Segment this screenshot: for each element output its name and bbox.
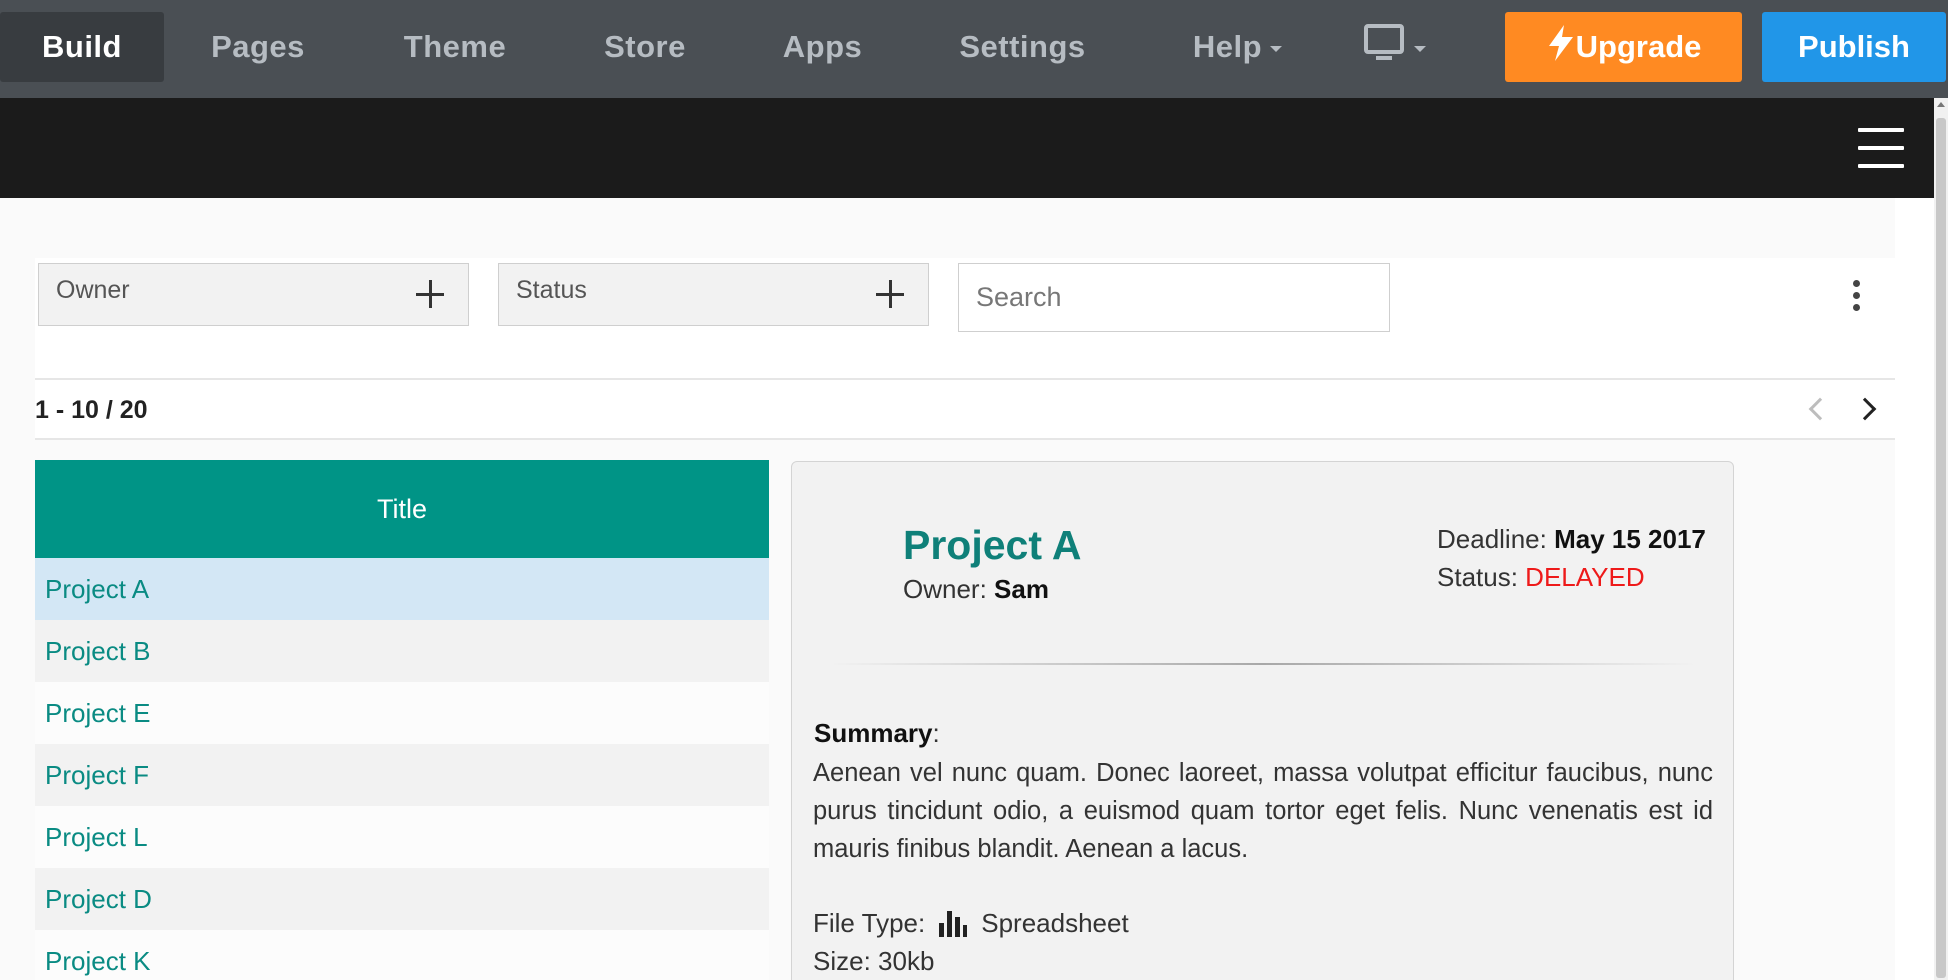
status-label: Status: bbox=[1437, 562, 1518, 592]
size-label: Size: bbox=[813, 946, 871, 976]
detail-status: Status: DELAYED bbox=[1437, 562, 1645, 593]
owner-label: Owner: bbox=[903, 574, 987, 604]
owner-filter[interactable]: Owner bbox=[38, 263, 469, 326]
bar-chart-icon bbox=[939, 910, 968, 937]
project-detail-card: Project A Owner: Sam Deadline: May 15 20… bbox=[791, 461, 1734, 980]
pagination-bar: 1 - 10 / 20 bbox=[35, 378, 1895, 440]
owner-value: Sam bbox=[994, 574, 1049, 604]
summary-heading: Summary: bbox=[814, 718, 940, 748]
list-item[interactable]: Project A bbox=[35, 558, 769, 620]
more-options-icon[interactable] bbox=[1849, 278, 1865, 314]
site-header bbox=[0, 98, 1934, 198]
status-filter-label: Status bbox=[516, 276, 587, 304]
lightning-icon bbox=[1546, 24, 1576, 70]
list-item[interactable]: Project L bbox=[35, 806, 769, 868]
list-item[interactable]: Project F bbox=[35, 744, 769, 806]
detail-filesize: Size: 30kb bbox=[813, 946, 934, 977]
nav-apps[interactable]: Apps bbox=[765, 12, 880, 82]
detail-filetype: File Type: Spreadsheet bbox=[813, 908, 1129, 939]
owner-filter-label: Owner bbox=[56, 276, 130, 304]
list-item[interactable]: Project D bbox=[35, 868, 769, 930]
scroll-up-icon[interactable] bbox=[1937, 102, 1945, 107]
chevron-down-icon bbox=[1270, 46, 1283, 52]
detail-owner: Owner: Sam bbox=[903, 574, 1049, 605]
nav-help[interactable]: Help bbox=[1165, 12, 1310, 82]
nav-theme[interactable]: Theme bbox=[380, 12, 530, 82]
list-item[interactable]: Project K bbox=[35, 930, 769, 980]
deadline-label: Deadline: bbox=[1437, 524, 1547, 554]
nav-help-label: Help bbox=[1192, 29, 1263, 64]
nav-build[interactable]: Build bbox=[0, 12, 164, 82]
add-owner-filter-icon[interactable] bbox=[416, 280, 444, 308]
search-input[interactable] bbox=[958, 263, 1390, 332]
content-gutter bbox=[1895, 198, 1934, 980]
detail-deadline: Deadline: May 15 2017 bbox=[1437, 524, 1706, 555]
detail-title: Project A bbox=[903, 522, 1082, 568]
monitor-icon bbox=[1364, 24, 1406, 70]
nav-pages[interactable]: Pages bbox=[188, 12, 328, 82]
list-item[interactable]: Project B bbox=[35, 620, 769, 682]
hamburger-menu-icon[interactable] bbox=[1858, 128, 1904, 168]
upgrade-button[interactable]: Upgrade bbox=[1505, 12, 1742, 82]
nav-store[interactable]: Store bbox=[580, 12, 710, 82]
list-item[interactable]: Project E bbox=[35, 682, 769, 744]
project-list: Title Project A Project B Project E Proj… bbox=[35, 460, 769, 980]
editor-toolbar: Build Pages Theme Store Apps Settings He… bbox=[0, 0, 1948, 98]
divider bbox=[830, 663, 1696, 665]
list-header-title[interactable]: Title bbox=[35, 460, 769, 558]
upgrade-label: Upgrade bbox=[1575, 29, 1702, 64]
filetype-label: File Type: bbox=[813, 908, 926, 938]
pagination-range: 1 - 10 / 20 bbox=[35, 396, 148, 424]
chevron-left-icon[interactable] bbox=[1808, 397, 1832, 421]
filetype-value: Spreadsheet bbox=[981, 908, 1129, 938]
publish-button[interactable]: Publish bbox=[1762, 12, 1946, 82]
summary-label: Summary bbox=[814, 718, 933, 748]
page-scrollbar[interactable] bbox=[1934, 98, 1948, 980]
chevron-down-icon bbox=[1414, 46, 1426, 52]
nav-settings[interactable]: Settings bbox=[940, 12, 1105, 82]
scroll-thumb[interactable] bbox=[1936, 118, 1946, 978]
status-value: DELAYED bbox=[1525, 562, 1645, 592]
size-value: 30kb bbox=[878, 946, 935, 976]
deadline-value: May 15 2017 bbox=[1554, 524, 1706, 554]
status-filter[interactable]: Status bbox=[498, 263, 929, 326]
chevron-right-icon[interactable] bbox=[1853, 397, 1877, 421]
device-preview-toggle[interactable] bbox=[1355, 12, 1435, 82]
summary-text: Aenean vel nunc quam. Donec laoreet, mas… bbox=[813, 759, 1713, 863]
add-status-filter-icon[interactable] bbox=[876, 280, 904, 308]
